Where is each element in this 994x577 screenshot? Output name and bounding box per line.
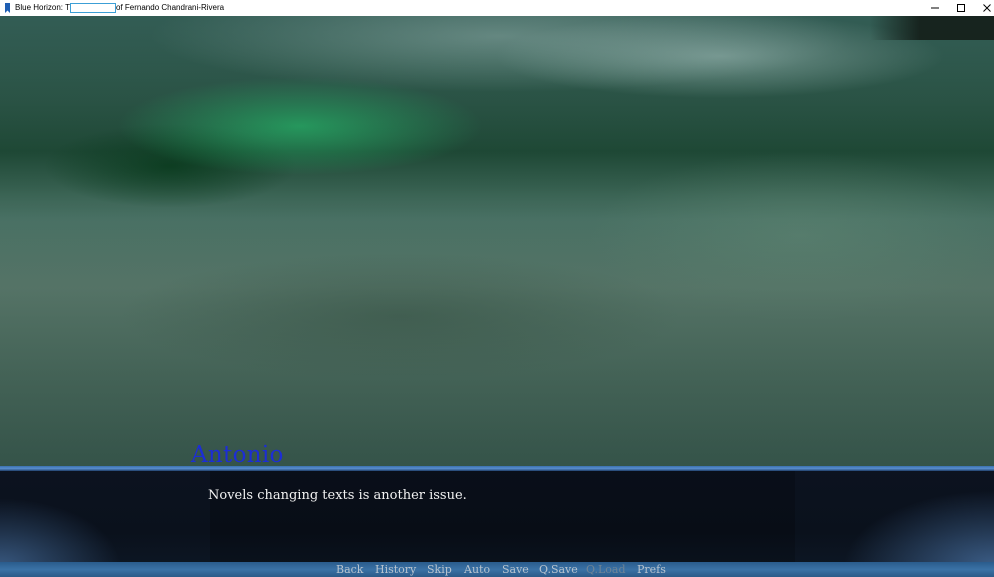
dialogue-text-panel	[210, 471, 795, 566]
maximize-button[interactable]	[948, 0, 974, 16]
close-button[interactable]	[974, 0, 994, 16]
speaker-name: Antonio	[191, 442, 284, 468]
quick-menu-back[interactable]: Back	[336, 563, 363, 577]
maximize-icon	[957, 4, 965, 12]
quick-menu-qsave[interactable]: Q.Save	[539, 563, 578, 577]
title-bar: Blue Horizon: The of Fernando Chandrani-…	[0, 0, 994, 16]
quick-menu-auto[interactable]: Auto	[464, 563, 490, 577]
dialogue-text: Novels changing texts is another issue.	[208, 488, 467, 503]
dialogue-box[interactable]	[0, 466, 994, 577]
minimize-icon	[931, 7, 939, 9]
minimize-button[interactable]	[922, 0, 948, 16]
quick-menu-qload: Q.Load	[586, 563, 626, 576]
background-scene[interactable]	[0, 16, 994, 468]
window-title-blank	[70, 3, 116, 13]
close-icon	[983, 4, 991, 12]
game-window: Blue Horizon: The of Fernando Chandrani-…	[0, 0, 994, 577]
quick-menu-skip[interactable]: Skip	[427, 563, 452, 577]
quick-menu-history[interactable]: History	[375, 563, 416, 577]
scene-treeline	[870, 16, 994, 40]
quick-menu: Back History Skip Auto Save Q.Save Q.Loa…	[0, 562, 994, 577]
window-title-suffix: of Fernando Chandrani-Rivera	[116, 3, 225, 12]
quick-menu-save[interactable]: Save	[502, 563, 529, 577]
scene-haze	[0, 16, 994, 468]
app-icon	[5, 3, 10, 13]
quick-menu-prefs[interactable]: Prefs	[637, 563, 666, 577]
